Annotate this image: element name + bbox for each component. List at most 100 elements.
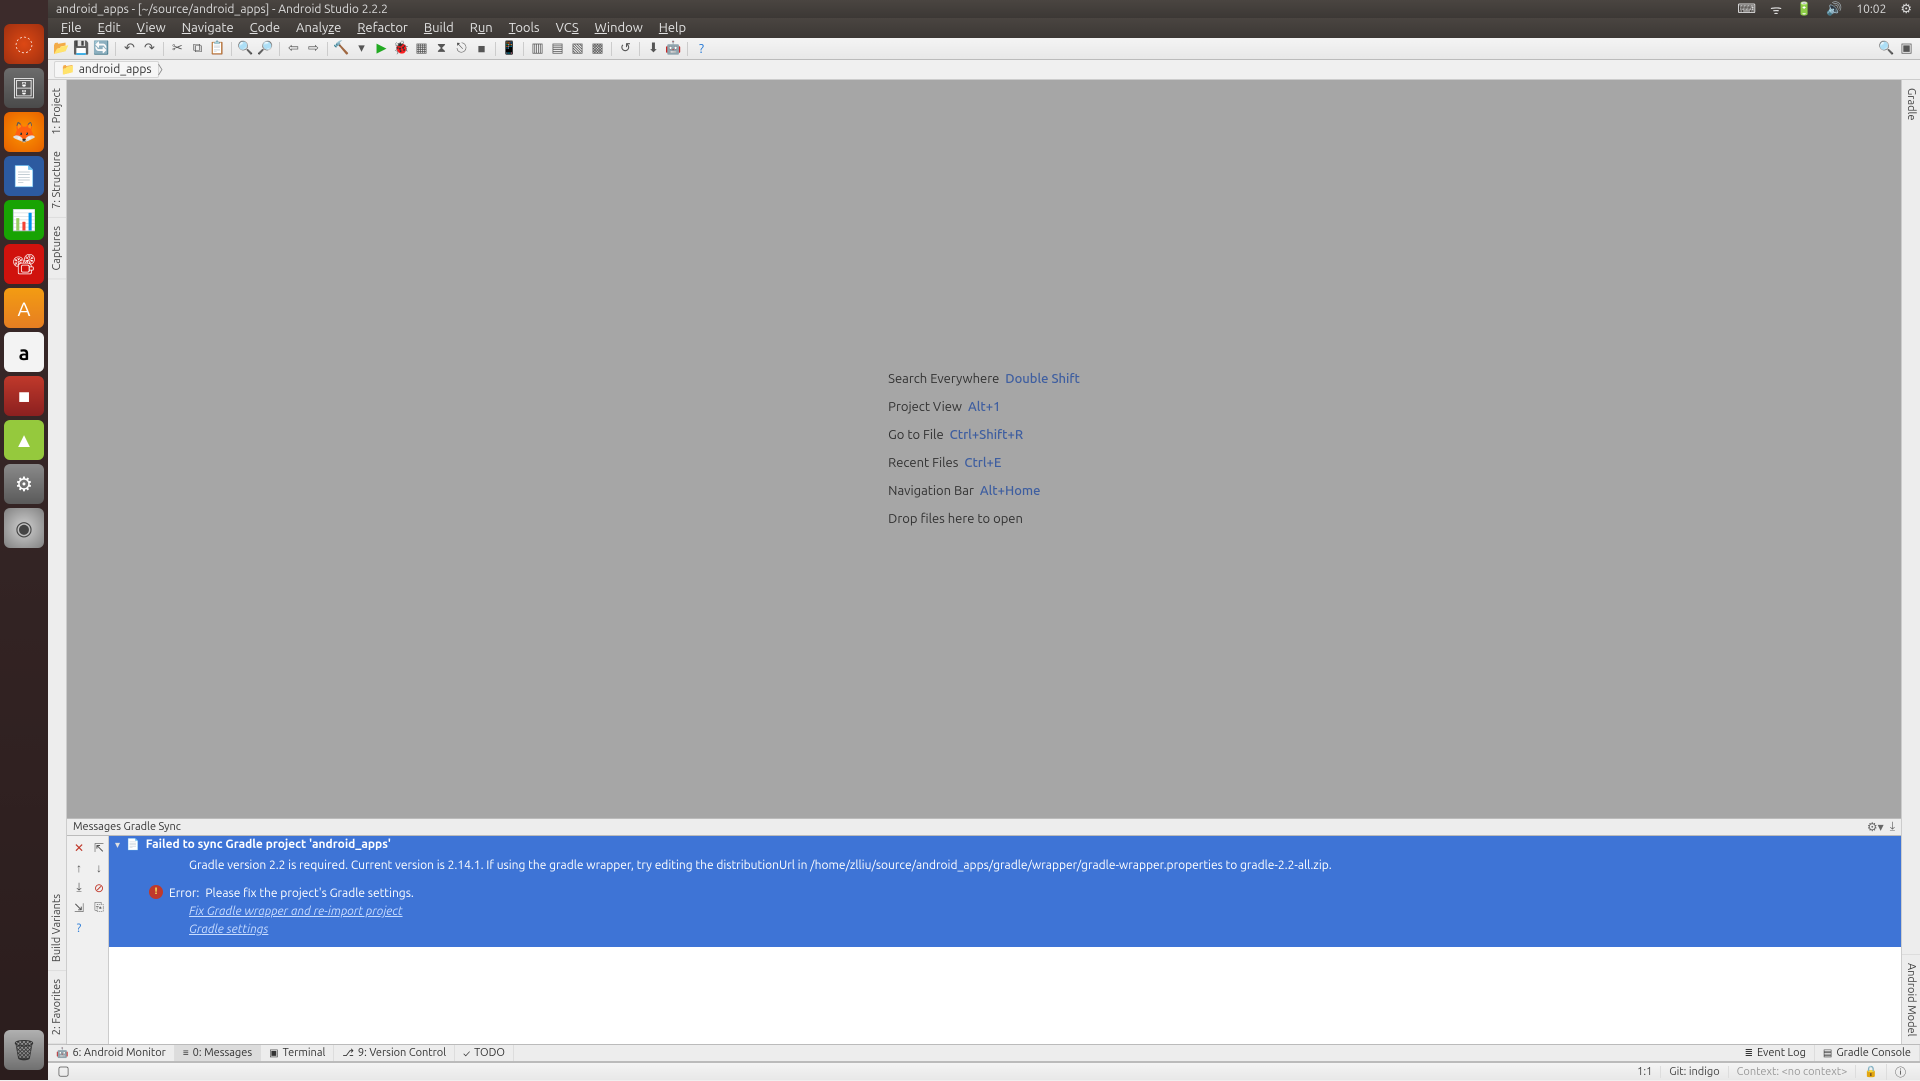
launcher-recorder-icon[interactable]: ■ bbox=[4, 376, 44, 416]
collapse-tree-icon[interactable]: ▾ bbox=[115, 839, 120, 851]
search-everywhere-icon[interactable]: 🔍 bbox=[1877, 40, 1896, 58]
breadcrumb-project[interactable]: 📁 android_apps bbox=[54, 61, 159, 78]
tool-windows-icon[interactable]: ▣ bbox=[1897, 40, 1916, 58]
tab-android-monitor[interactable]: 🤖6: Android Monitor bbox=[48, 1045, 175, 1061]
gear-icon[interactable]: ⚙▾ bbox=[1867, 820, 1884, 834]
menu-help[interactable]: Help bbox=[652, 20, 693, 36]
menu-window[interactable]: Window bbox=[588, 20, 650, 36]
theme-icon[interactable]: ▤ bbox=[548, 40, 567, 58]
monitor-icon[interactable]: ▩ bbox=[588, 40, 607, 58]
tab-terminal[interactable]: ▣Terminal bbox=[261, 1045, 334, 1061]
sdk-manager-icon[interactable]: ⬇ bbox=[644, 40, 663, 58]
coverage-icon[interactable]: ▦ bbox=[412, 40, 431, 58]
copy-icon[interactable]: ⧉ bbox=[188, 40, 207, 58]
battery-indicator-icon[interactable]: 🔋 bbox=[1796, 2, 1812, 17]
launcher-writer-icon[interactable]: 📄 bbox=[4, 156, 44, 196]
menu-navigate[interactable]: Navigate bbox=[175, 20, 241, 36]
autoscroll-icon[interactable]: ⎘ bbox=[91, 900, 107, 916]
menu-code[interactable]: Code bbox=[243, 20, 287, 36]
hide-panel-icon[interactable]: ⤓ bbox=[1890, 820, 1895, 834]
profile-icon[interactable]: ⧗ bbox=[432, 40, 451, 58]
launcher-files-icon[interactable]: 🗄 bbox=[4, 68, 44, 108]
keyboard-indicator-icon[interactable]: ⌨ bbox=[1737, 2, 1756, 17]
launcher-amazon-icon[interactable]: a bbox=[4, 332, 44, 372]
stop-icon[interactable]: ■ bbox=[472, 40, 491, 58]
tool-tab-structure[interactable]: 7: Structure bbox=[48, 143, 66, 218]
link-gradle-settings[interactable]: Gradle settings bbox=[189, 921, 1895, 939]
run-config-dropdown[interactable]: ▾ bbox=[352, 40, 371, 58]
help-icon[interactable]: ? bbox=[71, 920, 87, 936]
launcher-dash-icon[interactable]: ◌ bbox=[4, 24, 44, 64]
replace-icon[interactable]: 🔎 bbox=[256, 40, 275, 58]
menu-tools[interactable]: Tools bbox=[502, 20, 547, 36]
expand-all-icon[interactable]: ⇱ bbox=[91, 840, 107, 856]
tool-tab-gradle[interactable]: Gradle bbox=[1902, 80, 1920, 129]
tab-todo[interactable]: ✓TODO bbox=[455, 1045, 514, 1061]
launcher-impress-icon[interactable]: 📽 bbox=[4, 244, 44, 284]
launcher-disc-icon[interactable]: ◉ bbox=[4, 508, 44, 548]
prev-icon[interactable]: ↑ bbox=[71, 860, 87, 876]
export-icon[interactable]: ⇲ bbox=[71, 900, 87, 916]
launcher-firefox-icon[interactable]: 🦊 bbox=[4, 112, 44, 152]
menu-refactor[interactable]: Refactor bbox=[350, 20, 415, 36]
redo-icon[interactable]: ↷ bbox=[140, 40, 159, 58]
launcher-software-center-icon[interactable]: A bbox=[4, 288, 44, 328]
debug-icon[interactable]: 🐞 bbox=[392, 40, 411, 58]
menu-file[interactable]: File bbox=[54, 20, 89, 36]
status-context[interactable]: Context: <no context> bbox=[1728, 1066, 1856, 1078]
save-icon[interactable]: 💾 bbox=[72, 40, 91, 58]
launcher-trash-icon[interactable]: 🗑 bbox=[4, 1030, 44, 1070]
sync-icon[interactable]: 🔄 bbox=[92, 40, 111, 58]
status-git-branch[interactable]: Git: indigo bbox=[1660, 1066, 1727, 1078]
tool-tab-captures[interactable]: Captures bbox=[48, 218, 66, 279]
avd-icon[interactable]: 📱 bbox=[500, 40, 519, 58]
launcher-calc-icon[interactable]: 📊 bbox=[4, 200, 44, 240]
undo-icon[interactable]: ↶ bbox=[120, 40, 139, 58]
open-icon[interactable]: 📂 bbox=[52, 40, 71, 58]
close-icon[interactable]: ✕ bbox=[71, 840, 87, 856]
tool-tab-android-model[interactable]: Android Model bbox=[1902, 954, 1920, 1044]
volume-indicator-icon[interactable]: 🔊 bbox=[1826, 2, 1842, 17]
cut-icon[interactable]: ✂ bbox=[168, 40, 187, 58]
menu-analyze[interactable]: Analyze bbox=[289, 20, 348, 36]
launcher-android-studio-icon[interactable]: ▲ bbox=[4, 420, 44, 460]
android-icon[interactable]: 🤖 bbox=[664, 40, 683, 58]
tool-tab-project[interactable]: 1: Project bbox=[48, 80, 66, 143]
error-filter-icon[interactable]: ⊘ bbox=[91, 880, 107, 896]
clock[interactable]: 10:02 bbox=[1856, 3, 1886, 16]
message-body[interactable]: Gradle version 2.2 is required. Current … bbox=[109, 853, 1901, 947]
menu-edit[interactable]: Edit bbox=[91, 20, 128, 36]
menu-build[interactable]: Build bbox=[417, 20, 461, 36]
help-icon[interactable]: ? bbox=[692, 40, 711, 58]
tab-messages[interactable]: ≡0: Messages bbox=[175, 1045, 261, 1061]
collapse-all-icon[interactable]: ⤓ bbox=[71, 880, 87, 896]
tool-tab-favorites[interactable]: 2: Favorites bbox=[48, 971, 66, 1044]
link-fix-gradle-wrapper[interactable]: Fix Gradle wrapper and re-import project bbox=[189, 903, 1895, 921]
make-icon[interactable]: 🔨 bbox=[332, 40, 351, 58]
tab-gradle-console[interactable]: ▤Gradle Console bbox=[1815, 1045, 1920, 1061]
menu-vcs[interactable]: VCS bbox=[549, 20, 586, 36]
vcs-undo-icon[interactable]: ↺ bbox=[616, 40, 635, 58]
resource-icon[interactable]: ▧ bbox=[568, 40, 587, 58]
status-man-icon[interactable]: ⓘ bbox=[1886, 1064, 1914, 1080]
paste-icon[interactable]: 📋 bbox=[208, 40, 227, 58]
find-icon[interactable]: 🔍 bbox=[236, 40, 255, 58]
tool-window-quick-access-icon[interactable]: ▢ bbox=[54, 1063, 73, 1081]
wifi-indicator-icon[interactable]: ᯤ bbox=[1770, 0, 1782, 18]
status-caret-position[interactable]: 1:1 bbox=[1629, 1066, 1660, 1078]
back-icon[interactable]: ⇦ bbox=[284, 40, 303, 58]
layout-icon[interactable]: ▥ bbox=[528, 40, 547, 58]
run-icon[interactable]: ▶ bbox=[372, 40, 391, 58]
forward-icon[interactable]: ⇨ bbox=[304, 40, 323, 58]
tab-version-control[interactable]: ⎇9: Version Control bbox=[334, 1045, 455, 1061]
tab-event-log[interactable]: ≣Event Log bbox=[1737, 1045, 1815, 1061]
editor-empty-state[interactable]: Search EverywhereDouble Shift Project Vi… bbox=[67, 80, 1901, 818]
tool-tab-build-variants[interactable]: Build Variants bbox=[48, 886, 66, 971]
attach-icon[interactable]: ⎋ bbox=[452, 40, 471, 58]
session-cog-icon[interactable]: ⚙ bbox=[1900, 2, 1912, 17]
menu-run[interactable]: Run bbox=[463, 20, 500, 36]
message-root-row[interactable]: ▾ 📄 Failed to sync Gradle project 'andro… bbox=[109, 836, 1901, 853]
next-icon[interactable]: ↓ bbox=[91, 860, 107, 876]
launcher-settings-icon[interactable]: ⚙ bbox=[4, 464, 44, 504]
status-lock-icon[interactable]: 🔒 bbox=[1855, 1065, 1886, 1078]
